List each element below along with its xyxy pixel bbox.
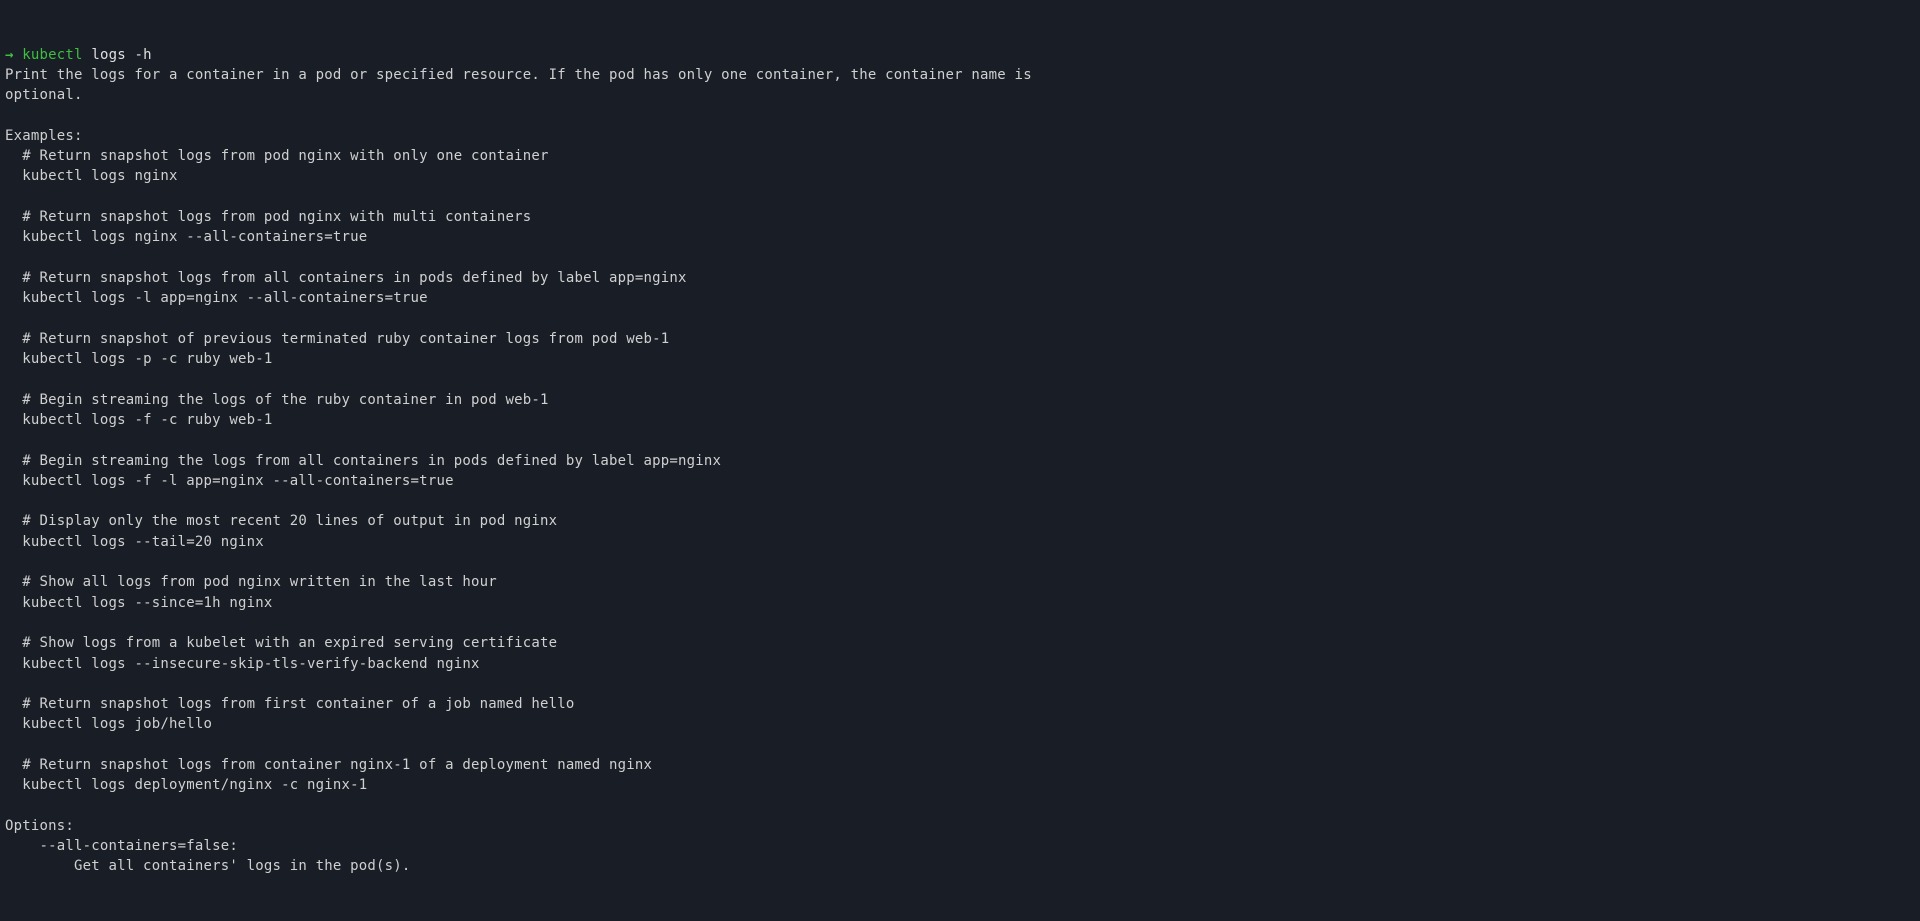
example-comment: # Show all logs from pod nginx written i… xyxy=(22,574,497,590)
example-comment: # Return snapshot of previous terminated… xyxy=(22,331,669,347)
example-command: kubectl logs nginx xyxy=(22,168,177,184)
terminal-output[interactable]: → kubectl logs -h Print the logs for a c… xyxy=(5,47,1032,875)
example-comment: # Return snapshot logs from all containe… xyxy=(22,270,686,286)
examples-header: Examples: xyxy=(5,128,83,144)
example-command: kubectl logs -l app=nginx --all-containe… xyxy=(22,290,428,306)
example-command: kubectl logs -p -c ruby web-1 xyxy=(22,351,272,367)
prompt-arrow: → xyxy=(5,47,14,63)
example-command: kubectl logs -f -l app=nginx --all-conta… xyxy=(22,473,453,489)
example-comment: # Display only the most recent 20 lines … xyxy=(22,513,557,529)
example-command: kubectl logs --tail=20 nginx xyxy=(22,534,264,550)
option-flag: --all-containers=false: xyxy=(40,838,238,854)
options-header: Options: xyxy=(5,818,74,834)
example-comment: # Begin streaming the logs of the ruby c… xyxy=(22,392,548,408)
example-comment: # Show logs from a kubelet with an expir… xyxy=(22,635,557,651)
example-command: kubectl logs -f -c ruby web-1 xyxy=(22,412,272,428)
example-comment: # Return snapshot logs from pod nginx wi… xyxy=(22,148,548,164)
help-description: Print the logs for a container in a pod … xyxy=(5,67,1032,103)
example-comment: # Return snapshot logs from container ng… xyxy=(22,757,652,773)
example-comment: # Return snapshot logs from first contai… xyxy=(22,696,574,712)
example-comment: # Begin streaming the logs from all cont… xyxy=(22,453,721,469)
example-command: kubectl logs --insecure-skip-tls-verify-… xyxy=(22,656,479,672)
option-description: Get all containers' logs in the pod(s). xyxy=(74,858,411,874)
example-command: kubectl logs --since=1h nginx xyxy=(22,595,272,611)
prompt-args: logs -h xyxy=(91,47,151,63)
example-command: kubectl logs nginx --all-containers=true xyxy=(22,229,367,245)
example-comment: # Return snapshot logs from pod nginx wi… xyxy=(22,209,531,225)
prompt-command: kubectl xyxy=(22,47,82,63)
example-command: kubectl logs job/hello xyxy=(22,716,212,732)
